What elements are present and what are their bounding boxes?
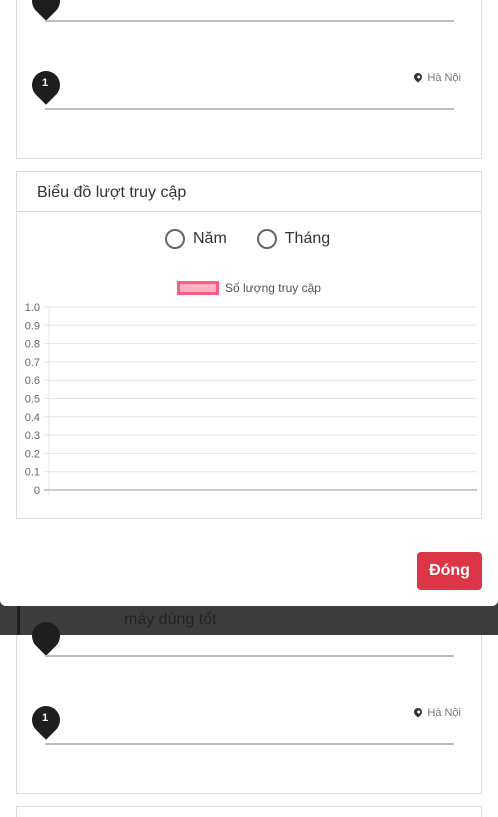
close-button[interactable]: Đóng [417,552,482,590]
radio-month[interactable]: Tháng [256,229,331,249]
divider [45,655,454,657]
radio-circle-icon[interactable] [256,229,277,249]
overlay-edge [17,606,20,635]
y-tick-label: 0.3 [25,430,40,442]
period-radio-group: Năm Tháng [165,229,330,249]
marker-number: 1 [41,712,49,724]
map-marker-icon [412,706,425,718]
divider [45,743,454,745]
product-text: máy dùng tốt [124,611,217,628]
y-tick-label: 0.4 [25,412,40,424]
y-tick-label: 0.8 [25,339,40,351]
map-marker-icon [412,71,425,83]
modal-overlay [0,606,498,635]
divider [45,20,454,22]
location-text: Hà Nội [427,707,461,719]
location-label: Hà Nội [412,71,461,84]
y-tick-label: 1.0 [25,302,40,314]
radio-circle-icon[interactable] [165,229,185,249]
location-label: Hà Nội [412,706,461,719]
y-tick-label: 0.1 [25,467,40,479]
y-tick-label: 0 [34,485,40,497]
y-tick-label: 0.2 [25,448,40,460]
divider [45,108,454,110]
location-card: 1 Hà Nội [16,0,482,159]
radio-year-label: Năm [193,230,227,247]
marker-number: 1 [41,77,49,89]
chart-card-title: Biểu đồ lượt truy cập [17,172,481,212]
access-chart: 1.0 0.9 0.8 0.7 0.6 0.5 0.4 0.3 0.2 0.1 0 [25,302,477,497]
page: 1 Hà Nội Biểu đồ lượt truy cập Năm Tháng [0,0,498,817]
y-tick-label: 0.9 [25,320,40,332]
map-pin-icon [26,0,66,21]
y-tick-label: 0.7 [25,357,40,369]
radio-month-label: Tháng [284,230,331,247]
next-card [16,806,482,817]
chart-card: Biểu đồ lượt truy cập Năm Tháng Số lượng… [16,171,482,519]
radio-year[interactable]: Năm [165,229,227,249]
location-card: 1 Hà Nội [16,616,482,794]
y-tick-label: 0.5 [25,394,40,406]
location-text: Hà Nội [427,72,461,84]
chart-modal: 1 Hà Nội Biểu đồ lượt truy cập Năm Tháng [0,0,498,606]
y-tick-label: 0.6 [25,375,40,387]
